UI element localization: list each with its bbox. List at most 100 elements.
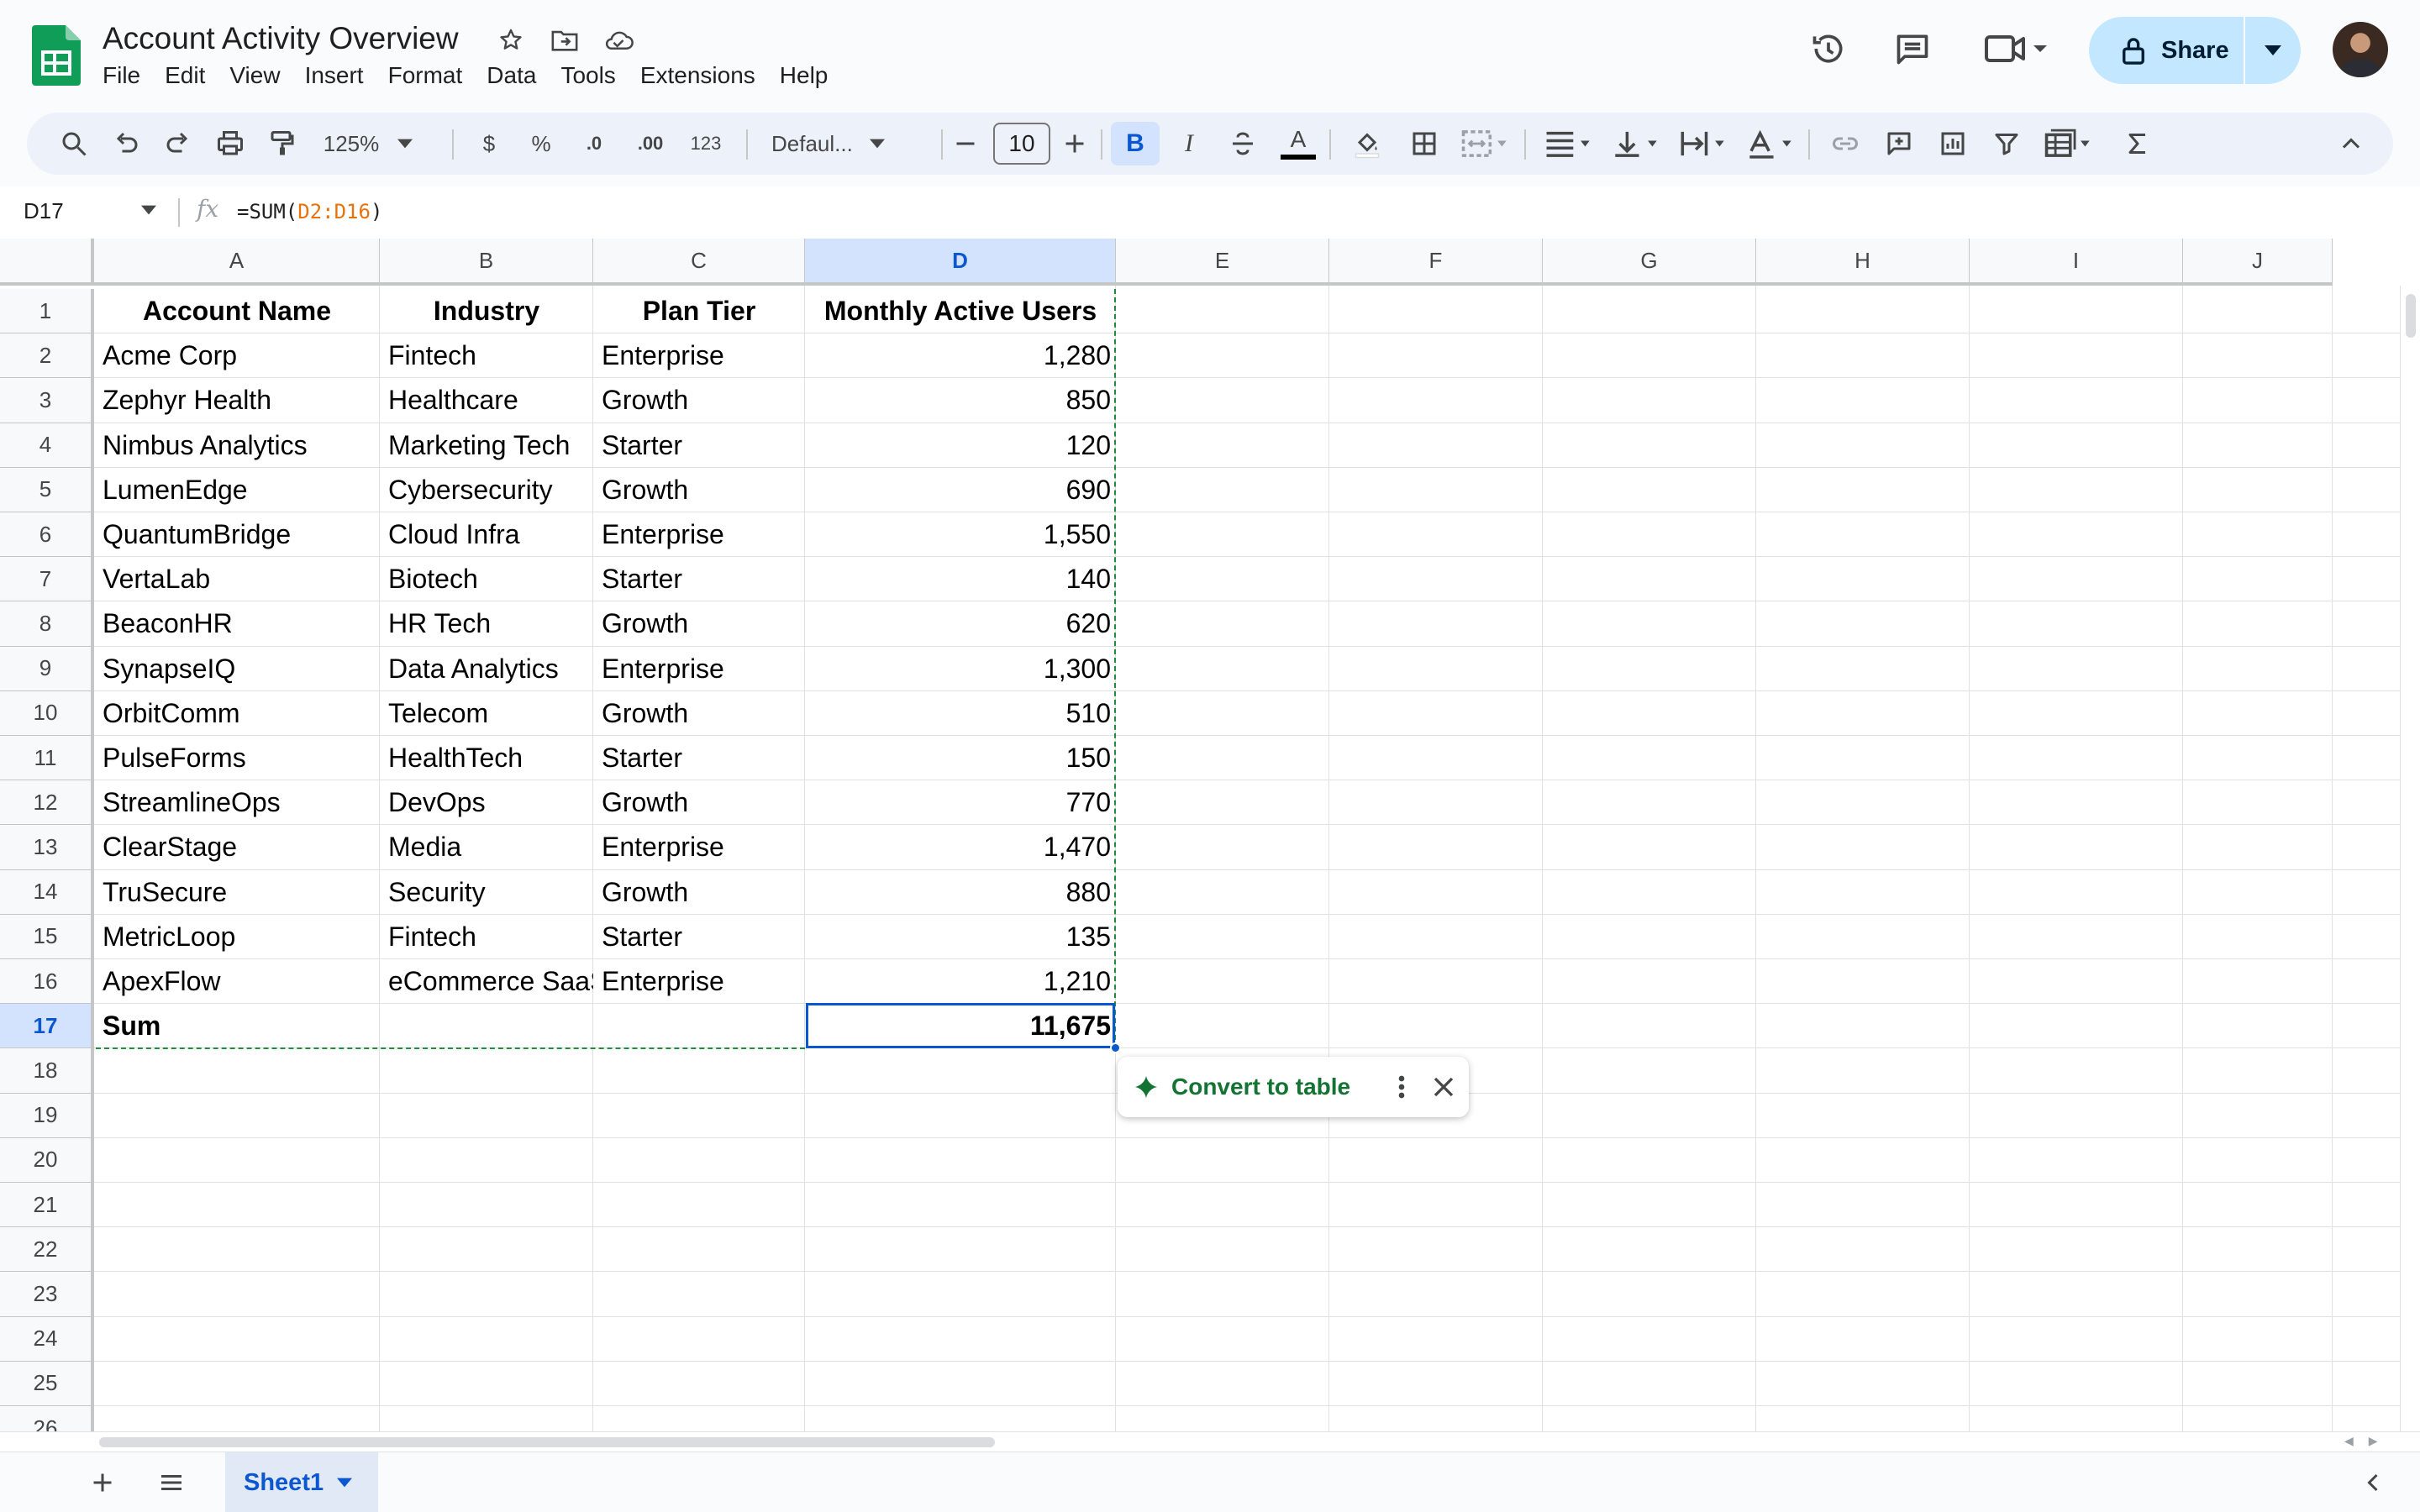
- font-family-select[interactable]: Defaul...: [761, 122, 929, 165]
- table-cell[interactable]: Nimbus Analytics: [94, 423, 380, 468]
- horizontal-scroll-thumb[interactable]: [99, 1437, 995, 1447]
- table-cell[interactable]: ApexFlow: [94, 959, 380, 1004]
- table-cell[interactable]: 1,280: [805, 333, 1116, 378]
- row-header-1[interactable]: 1: [0, 289, 94, 334]
- table-cell[interactable]: 1,470: [805, 825, 1116, 869]
- row-header-18[interactable]: 18: [0, 1048, 94, 1094]
- spreadsheet-grid[interactable]: A B C D E F G H I J 1 2 3 4 5 6 7 8 9 10 11 12 13 14 15 16 17 18 19 2…: [0, 239, 2420, 1431]
- meet-icon[interactable]: [1981, 25, 2052, 72]
- table-cell[interactable]: Enterprise: [593, 825, 805, 869]
- comments-icon[interactable]: [1889, 25, 1936, 72]
- zoom-select[interactable]: 125%: [321, 122, 415, 165]
- column-header-a[interactable]: A: [94, 239, 380, 286]
- column-header-b[interactable]: B: [380, 239, 593, 286]
- table-cell[interactable]: Data Analytics: [380, 647, 593, 691]
- row-header-26[interactable]: 26: [0, 1406, 94, 1431]
- table-cell[interactable]: DevOps: [380, 780, 593, 825]
- sheet-tab[interactable]: Sheet1: [225, 1452, 378, 1512]
- row-header-17[interactable]: 17: [0, 1004, 94, 1049]
- row-header-7[interactable]: 7: [0, 557, 94, 602]
- table-cell[interactable]: Growth: [593, 691, 805, 736]
- menu-edit[interactable]: Edit: [156, 59, 213, 92]
- version-history-icon[interactable]: [1805, 25, 1852, 72]
- column-header-f[interactable]: F: [1329, 239, 1543, 286]
- table-cell[interactable]: SynapseIQ: [94, 647, 380, 691]
- decrease-font-size-icon[interactable]: [944, 122, 986, 165]
- table-cell[interactable]: Enterprise: [593, 959, 805, 1004]
- table-cell[interactable]: 620: [805, 601, 1116, 646]
- column-header-c[interactable]: C: [593, 239, 805, 286]
- select-all-corner[interactable]: [0, 239, 94, 286]
- sheets-logo-icon[interactable]: [32, 25, 81, 86]
- horizontal-scrollbar[interactable]: ◀▶: [0, 1431, 2420, 1452]
- row-header-12[interactable]: 12: [0, 780, 94, 826]
- increase-decimal-button[interactable]: .00: [627, 122, 674, 165]
- row-header-16[interactable]: 16: [0, 959, 94, 1005]
- row-header-13[interactable]: 13: [0, 825, 94, 870]
- table-cell[interactable]: 120: [805, 423, 1116, 468]
- menu-extensions[interactable]: Extensions: [632, 59, 764, 92]
- table-cell[interactable]: Growth: [593, 780, 805, 825]
- name-box[interactable]: D17: [24, 198, 64, 224]
- table-cell[interactable]: PulseForms: [94, 736, 380, 780]
- table-views-icon[interactable]: [2035, 122, 2102, 165]
- bold-button[interactable]: B: [1111, 122, 1160, 165]
- table-cell[interactable]: Security: [380, 870, 593, 915]
- row-header-24[interactable]: 24: [0, 1316, 94, 1362]
- table-cell[interactable]: VertaLab: [94, 557, 380, 601]
- table-cell[interactable]: Growth: [593, 378, 805, 423]
- table-cell[interactable]: Cloud Infra: [380, 512, 593, 557]
- row-header-11[interactable]: 11: [0, 736, 94, 781]
- table-cell[interactable]: Growth: [593, 468, 805, 512]
- row-header-21[interactable]: 21: [0, 1183, 94, 1228]
- row-header-6[interactable]: 6: [0, 512, 94, 558]
- menu-format[interactable]: Format: [380, 59, 471, 92]
- table-cell[interactable]: Zephyr Health: [94, 378, 380, 423]
- menu-help[interactable]: Help: [771, 59, 837, 92]
- fill-handle[interactable]: [1110, 1042, 1121, 1054]
- column-header-j[interactable]: J: [2183, 239, 2333, 286]
- table-cell[interactable]: ClearStage: [94, 825, 380, 869]
- cloud-status-icon[interactable]: [602, 24, 635, 57]
- table-cell[interactable]: TruSecure: [94, 870, 380, 915]
- print-icon[interactable]: [208, 122, 252, 165]
- menu-tools[interactable]: Tools: [552, 59, 623, 92]
- text-color-button[interactable]: A: [1274, 122, 1323, 165]
- column-header-e[interactable]: E: [1116, 239, 1329, 286]
- table-cell[interactable]: LumenEdge: [94, 468, 380, 512]
- strikethrough-icon[interactable]: [1218, 122, 1267, 165]
- row-header-10[interactable]: 10: [0, 690, 94, 736]
- table-cell[interactable]: 150: [805, 736, 1116, 780]
- paint-format-icon[interactable]: [260, 122, 304, 165]
- row-header-20[interactable]: 20: [0, 1137, 94, 1183]
- document-title[interactable]: Account Activity Overview: [103, 18, 459, 59]
- percent-format-button[interactable]: %: [523, 122, 560, 165]
- currency-format-button[interactable]: $: [471, 122, 508, 165]
- filter-icon[interactable]: [1985, 122, 2028, 165]
- table-cell[interactable]: 850: [805, 378, 1116, 423]
- merge-cells-icon[interactable]: [1452, 122, 1519, 165]
- chevron-down-icon[interactable]: [337, 1478, 353, 1488]
- table-cell[interactable]: Biotech: [380, 557, 593, 601]
- row-header-15[interactable]: 15: [0, 914, 94, 959]
- table-cell[interactable]: Starter: [593, 736, 805, 780]
- table-cell[interactable]: Starter: [593, 557, 805, 601]
- table-cell[interactable]: Enterprise: [593, 333, 805, 378]
- row-header-5[interactable]: 5: [0, 467, 94, 512]
- table-cell[interactable]: HR Tech: [380, 601, 593, 646]
- menu-view[interactable]: View: [221, 59, 288, 92]
- table-cell[interactable]: 1,550: [805, 512, 1116, 557]
- table-cell[interactable]: eCommerce SaaS: [380, 959, 593, 1004]
- font-size-input[interactable]: 10: [993, 123, 1050, 165]
- table-cell[interactable]: Fintech: [380, 915, 593, 959]
- table-cell[interactable]: 770: [805, 780, 1116, 825]
- table-cell[interactable]: 880: [805, 870, 1116, 915]
- table-cell[interactable]: Enterprise: [593, 512, 805, 557]
- formula-input[interactable]: =SUM(D2:D16): [237, 200, 382, 223]
- vertical-align-icon[interactable]: [1607, 122, 1665, 165]
- table-cell[interactable]: StreamlineOps: [94, 780, 380, 825]
- table-cell[interactable]: Acme Corp: [94, 333, 380, 378]
- share-dropdown-button[interactable]: [2245, 17, 2301, 84]
- scroll-arrows[interactable]: ◀▶: [2344, 1434, 2393, 1448]
- header-cell[interactable]: Plan Tier: [593, 289, 805, 333]
